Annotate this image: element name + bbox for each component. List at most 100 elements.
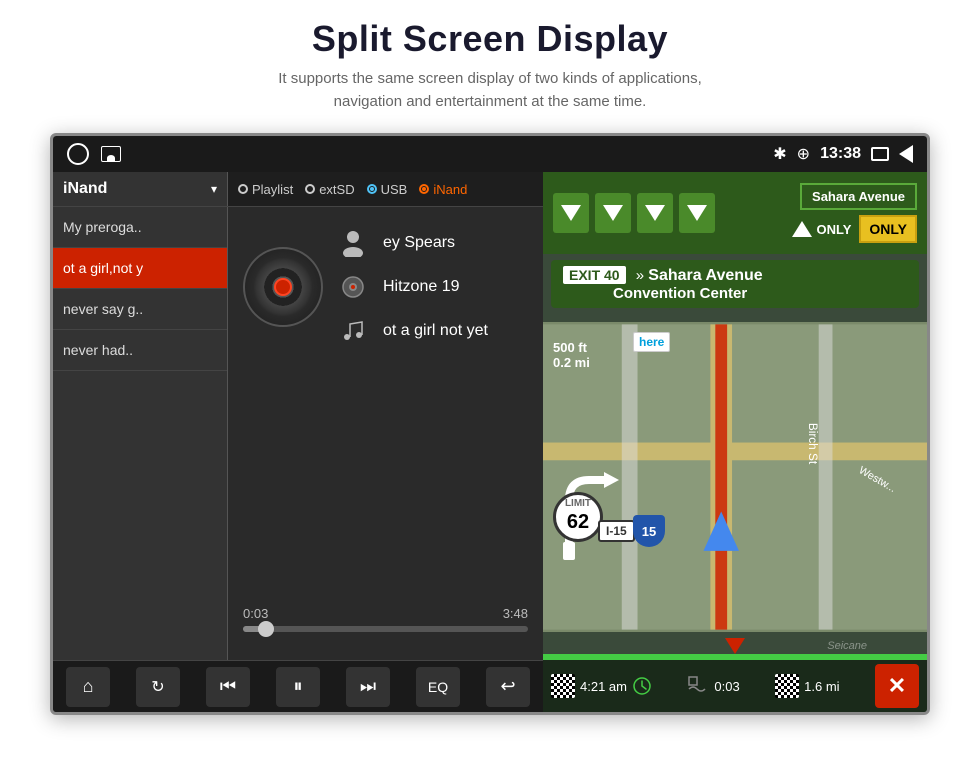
nav-elapsed-time: 0:03: [687, 675, 739, 697]
source-extsd[interactable]: extSD: [305, 182, 354, 197]
song-name: ot a girl not yet: [383, 322, 488, 340]
repeat-button[interactable]: ↻: [136, 667, 180, 707]
dropdown-arrow-icon: ▾: [211, 182, 217, 196]
now-playing: ey Spears: [228, 207, 543, 660]
sahara-sign-label: Sahara Avenue: [812, 189, 905, 204]
main-content: iNand ▾ Playlist extSD USB: [53, 172, 927, 712]
exit-sign: EXIT 40 » Sahara Avenue Convention Cente…: [551, 260, 919, 308]
window-icon: [871, 147, 889, 161]
playlist-item-3[interactable]: never had..: [53, 330, 227, 371]
exit-subtitle: Convention Center: [613, 285, 747, 302]
progress-thumb: [258, 621, 274, 637]
nav-flag2-icon: [775, 674, 799, 698]
repeat-icon: ↻: [151, 677, 164, 697]
hw-arrow-1: [553, 193, 589, 233]
highway-arrows: [553, 193, 715, 233]
hw-arrow-2: [595, 193, 631, 233]
speed-limit-badge: LIMIT 62: [553, 492, 603, 542]
image-icon: [101, 146, 121, 162]
nav-close-button[interactable]: ✕: [875, 664, 919, 708]
playlist-item-0[interactable]: My preroga..: [53, 207, 227, 248]
playlist-area: My preroga.. ot a girl,not y never say g…: [53, 207, 543, 660]
source-inand-label: iNand: [433, 182, 467, 197]
device-frame: ✱ ⊕ 13:38 iNand ▾ Playlist: [50, 133, 930, 715]
album-row: Hitzone 19: [337, 271, 528, 303]
page-subtitle: It supports the same screen display of t…: [0, 68, 980, 113]
artist-name: ey Spears: [383, 234, 455, 252]
home-button[interactable]: ⌂: [66, 667, 110, 707]
bluetooth-icon: ✱: [773, 144, 786, 164]
nav-distance: 1.6 mi: [775, 674, 839, 698]
source-label: iNand: [63, 180, 107, 198]
nav-elapsed-label: 0:03: [714, 679, 739, 694]
progress-track[interactable]: [243, 626, 528, 632]
radio-extsd-icon: [305, 184, 315, 194]
source-usb[interactable]: USB: [367, 182, 408, 197]
song-row: ot a girl not yet: [337, 315, 528, 347]
status-right: ✱ ⊕ 13:38: [773, 144, 913, 164]
progress-container: 0:03 3:48: [243, 598, 528, 640]
source-options: Playlist extSD USB iNand: [228, 172, 543, 206]
arrow-down-icon-1: [561, 205, 581, 221]
playlist-item-2[interactable]: never say g..: [53, 289, 227, 330]
back-arrow-icon: [899, 145, 913, 163]
hw-arrow-3: [637, 193, 673, 233]
location-pin-icon: ⊕: [797, 144, 810, 164]
map-area: Birch St Westw... here 500 ft: [543, 322, 927, 632]
source-inand[interactable]: iNand: [419, 182, 467, 197]
vinyl-center: [274, 278, 292, 296]
nav-arrow-indicator: [725, 638, 745, 654]
source-playlist-label: Playlist: [252, 182, 293, 197]
nav-clock-icon: [687, 675, 709, 697]
arrow-down-icon-4: [687, 205, 707, 221]
back-icon: ↩: [500, 676, 515, 697]
prev-button[interactable]: ⏮: [206, 667, 250, 707]
vinyl-disc: [243, 247, 323, 327]
time-total: 3:48: [503, 606, 528, 621]
next-button[interactable]: ⏭: [346, 667, 390, 707]
radio-inand-icon: [419, 184, 429, 194]
page-title: Split Screen Display: [0, 18, 980, 60]
source-selector[interactable]: iNand ▾: [53, 172, 228, 206]
eq-icon: EQ: [428, 679, 448, 695]
status-left: [67, 143, 121, 165]
back-button[interactable]: ↩: [486, 667, 530, 707]
highway-shield: 15: [633, 515, 665, 547]
route-dist: 500 ft 0.2 mi: [553, 340, 590, 370]
person-icon: [337, 227, 369, 259]
prev-icon: ⏮: [220, 676, 236, 697]
hw-arrow-4: [679, 193, 715, 233]
nav-arrival-label: 4:21 am: [580, 679, 627, 694]
arrow-down-icon-2: [603, 205, 623, 221]
eq-button[interactable]: EQ: [416, 667, 460, 707]
radio-usb-icon: [367, 184, 377, 194]
nav-arrival-time: 4:21 am: [551, 674, 652, 698]
nav-distance-label: 1.6 mi: [804, 679, 839, 694]
time-current: 0:03: [243, 606, 268, 621]
status-time: 13:38: [820, 145, 861, 163]
artist-info-row: ey Spears: [337, 227, 528, 259]
source-usb-label: USB: [381, 182, 408, 197]
track-info: ey Spears: [243, 227, 528, 598]
watermark: Seicane: [827, 640, 867, 652]
exit-number: EXIT 40: [563, 266, 626, 284]
nav-panel: Sahara Avenue ONLY ONLY EXIT 40 » Sahara…: [543, 172, 927, 712]
highway-sign-top: Sahara Avenue ONLY ONLY: [543, 172, 927, 254]
play-pause-button[interactable]: ⏸: [276, 667, 320, 707]
music-panel: iNand ▾ Playlist extSD USB: [53, 172, 543, 712]
home-icon: ⌂: [83, 676, 94, 697]
here-logo: here: [633, 332, 670, 352]
arrow-down-icon-3: [645, 205, 665, 221]
playlist-item-1[interactable]: ot a girl,not y: [53, 248, 227, 289]
radio-playlist-icon: [238, 184, 248, 194]
only-badge: ONLY: [859, 215, 917, 243]
disc-icon: [337, 271, 369, 303]
artist-row: ey Spears: [243, 227, 528, 347]
album-name: Hitzone 19: [383, 278, 460, 296]
source-playlist[interactable]: Playlist: [238, 182, 293, 197]
play-pause-icon: ⏸: [294, 676, 303, 697]
speed-limit-value: 62: [567, 511, 589, 534]
vinyl-icon: [243, 247, 323, 327]
controls-bar: ⌂ ↻ ⏮ ⏸ ⏭ EQ ↩: [53, 660, 543, 712]
nav-flag-icon: [551, 674, 575, 698]
